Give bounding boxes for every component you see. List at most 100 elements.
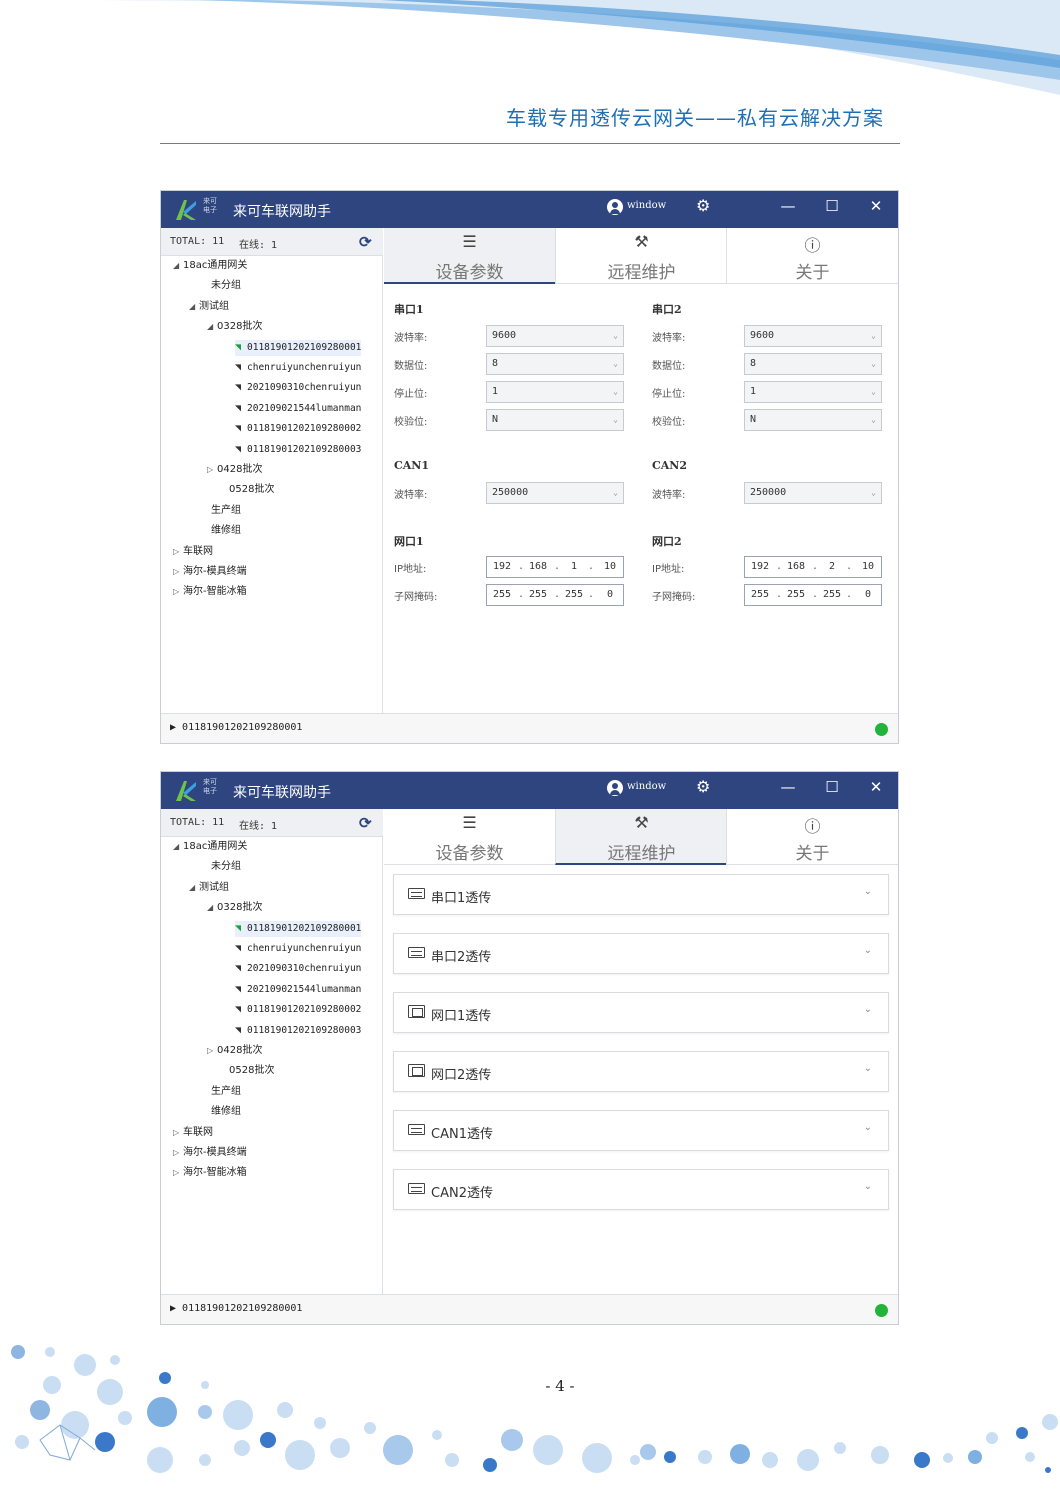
- selected-device-label[interactable]: ▶ 01181901202109280001: [170, 1303, 302, 1314]
- group-node[interactable]: ▷ 车联网: [173, 1125, 213, 1141]
- net2-ip-label: IP地址:: [652, 564, 685, 575]
- item-label: CAN2透传: [431, 1186, 493, 1201]
- device-node[interactable]: ◥ 01181901202109280003: [235, 442, 361, 458]
- chevron-down-icon: ⌄: [871, 359, 876, 368]
- expand-arrow-icon[interactable]: ▷: [173, 1125, 183, 1141]
- minimize-button[interactable]: —: [776, 197, 800, 215]
- passthrough-item-net2[interactable]: 网口2透传 ⌄: [393, 1051, 889, 1092]
- device-node[interactable]: ◥ 202109021544lumanman: [235, 982, 361, 998]
- user-name[interactable]: window: [627, 200, 666, 211]
- net2-mask-input[interactable]: 255. 255. 255. 0: [744, 584, 882, 606]
- tab-remote-maintenance[interactable]: ⚒ 远程维护: [555, 809, 726, 865]
- expand-arrow-icon[interactable]: ◢: [189, 880, 199, 896]
- group-node[interactable]: ◢ 0328批次: [207, 319, 262, 335]
- expand-arrow-icon[interactable]: ◢: [207, 319, 217, 335]
- page-number: - 4 -: [545, 1377, 575, 1395]
- selected-device-label[interactable]: ▶ 01181901202109280001: [170, 722, 302, 733]
- expand-arrow-icon[interactable]: ▷: [173, 1165, 183, 1181]
- user-name[interactable]: window: [627, 781, 666, 792]
- net1-mask-input[interactable]: 255. 255. 255. 0: [486, 584, 624, 606]
- device-node[interactable]: ◥ 2021090310chenruiyun: [235, 961, 361, 977]
- serial2-data-select[interactable]: 8 ⌄: [744, 353, 882, 375]
- net1-ip-input[interactable]: 192. 168. 1. 10: [486, 556, 624, 578]
- group-node[interactable]: ◢ 测试组: [189, 299, 229, 315]
- group-node[interactable]: ▷ 海尔-智能冰箱: [173, 584, 247, 600]
- minimize-button[interactable]: —: [776, 778, 800, 796]
- group-node[interactable]: ▷ 海尔-智能冰箱: [173, 1165, 247, 1181]
- expand-arrow-icon[interactable]: ◢: [207, 900, 217, 916]
- node-label: 0428批次: [217, 464, 263, 475]
- expand-arrow-icon[interactable]: ▷: [173, 544, 183, 560]
- device-node[interactable]: ◥ 01181901202109280002: [235, 421, 361, 437]
- passthrough-item-net1[interactable]: 网口1透传 ⌄: [393, 992, 889, 1033]
- tab-device-params[interactable]: ☰ 设备参数: [384, 809, 555, 865]
- group-node[interactable]: ▷ 0428批次: [207, 462, 262, 478]
- tab-about[interactable]: ⓘ 关于: [726, 228, 897, 284]
- net2-ip-input[interactable]: 192. 168. 2. 10: [744, 556, 882, 578]
- device-node[interactable]: ◥ chenruiyunchenruiyun: [235, 360, 361, 376]
- close-button[interactable]: ✕: [864, 778, 888, 796]
- ip-octet: 192: [492, 561, 512, 572]
- maximize-button[interactable]: ☐: [820, 778, 844, 796]
- expand-arrow-icon[interactable]: ◢: [189, 299, 199, 315]
- can2-baud-select[interactable]: 250000 ⌄: [744, 482, 882, 504]
- group-node[interactable]: ▷ 车联网: [173, 544, 213, 560]
- device-node[interactable]: ◥ 01181901202109280002: [235, 1002, 361, 1018]
- group-node[interactable]: 0528批次: [219, 1063, 274, 1079]
- tab-label: 关于: [795, 263, 830, 283]
- serial2-parity-select[interactable]: N ⌄: [744, 409, 882, 431]
- serial2-baud-select[interactable]: 9600 ⌄: [744, 325, 882, 347]
- refresh-icon[interactable]: ⟳: [359, 233, 372, 251]
- expand-arrow-icon[interactable]: ▷: [207, 462, 217, 478]
- expand-arrow-icon[interactable]: ▷: [173, 564, 183, 580]
- group-node[interactable]: 生产组: [201, 503, 241, 519]
- device-node[interactable]: ◥ 2021090310chenruiyun: [235, 380, 361, 396]
- expand-arrow-icon[interactable]: ▷: [173, 1145, 183, 1161]
- group-node[interactable]: 生产组: [201, 1084, 241, 1100]
- user-avatar-icon[interactable]: [607, 780, 623, 796]
- serial1-stop-select[interactable]: 1 ⌄: [486, 381, 624, 403]
- device-node[interactable]: ◥ 01181901202109280001: [235, 920, 362, 937]
- gear-icon[interactable]: ⚙: [696, 196, 710, 215]
- device-node[interactable]: ◥ 202109021544lumanman: [235, 401, 361, 417]
- group-node[interactable]: ▷ 海尔-模具终端: [173, 1145, 247, 1161]
- tab-remote-maintenance[interactable]: ⚒ 远程维护: [555, 228, 726, 284]
- group-node[interactable]: 0528批次: [219, 482, 274, 498]
- expand-arrow-icon[interactable]: ▷: [173, 584, 183, 600]
- user-avatar-icon[interactable]: [607, 199, 623, 215]
- expand-arrow-icon[interactable]: ◢: [173, 258, 183, 274]
- serial1-parity-select[interactable]: N ⌄: [486, 409, 624, 431]
- serial1-baud-select[interactable]: 9600 ⌄: [486, 325, 624, 347]
- group-node[interactable]: 未分组: [201, 278, 241, 294]
- node-label: 0428批次: [217, 1045, 263, 1056]
- group-node[interactable]: ▷ 0428批次: [207, 1043, 262, 1059]
- serial1-data-select[interactable]: 8 ⌄: [486, 353, 624, 375]
- group-node[interactable]: 维修组: [201, 1104, 241, 1120]
- close-button[interactable]: ✕: [864, 197, 888, 215]
- device-node[interactable]: ◥ 01181901202109280003: [235, 1023, 361, 1039]
- tab-about[interactable]: ⓘ 关于: [726, 809, 897, 865]
- group-node[interactable]: 维修组: [201, 523, 241, 539]
- passthrough-item-can2[interactable]: CAN2透传 ⌄: [393, 1169, 889, 1210]
- tab-device-params[interactable]: ☰ 设备参数: [384, 228, 555, 284]
- maximize-button[interactable]: ☐: [820, 197, 844, 215]
- group-node[interactable]: ◢ 0328批次: [207, 900, 262, 916]
- chevron-down-icon: ⌄: [871, 488, 876, 497]
- refresh-icon[interactable]: ⟳: [359, 814, 372, 832]
- passthrough-item-can1[interactable]: CAN1透传 ⌄: [393, 1110, 889, 1151]
- group-node[interactable]: ▷ 海尔-模具终端: [173, 564, 247, 580]
- expand-arrow-icon[interactable]: ◢: [173, 839, 183, 855]
- can1-baud-select[interactable]: 250000 ⌄: [486, 482, 624, 504]
- group-node[interactable]: ◢ 测试组: [189, 880, 229, 896]
- device-node[interactable]: ◥ 01181901202109280001: [235, 339, 362, 356]
- serial2-stop-select[interactable]: 1 ⌄: [744, 381, 882, 403]
- footer-bubble-decoration: [11, 1345, 1058, 1473]
- group-node[interactable]: ◢ 18ac通用网关: [173, 258, 247, 274]
- device-node[interactable]: ◥ chenruiyunchenruiyun: [235, 941, 361, 957]
- group-node[interactable]: 未分组: [201, 859, 241, 875]
- passthrough-item-serial1[interactable]: 串口1透传 ⌄: [393, 874, 889, 915]
- gear-icon[interactable]: ⚙: [696, 777, 710, 796]
- group-node[interactable]: ◢ 18ac通用网关: [173, 839, 247, 855]
- expand-arrow-icon[interactable]: ▷: [207, 1043, 217, 1059]
- passthrough-item-serial2[interactable]: 串口2透传 ⌄: [393, 933, 889, 974]
